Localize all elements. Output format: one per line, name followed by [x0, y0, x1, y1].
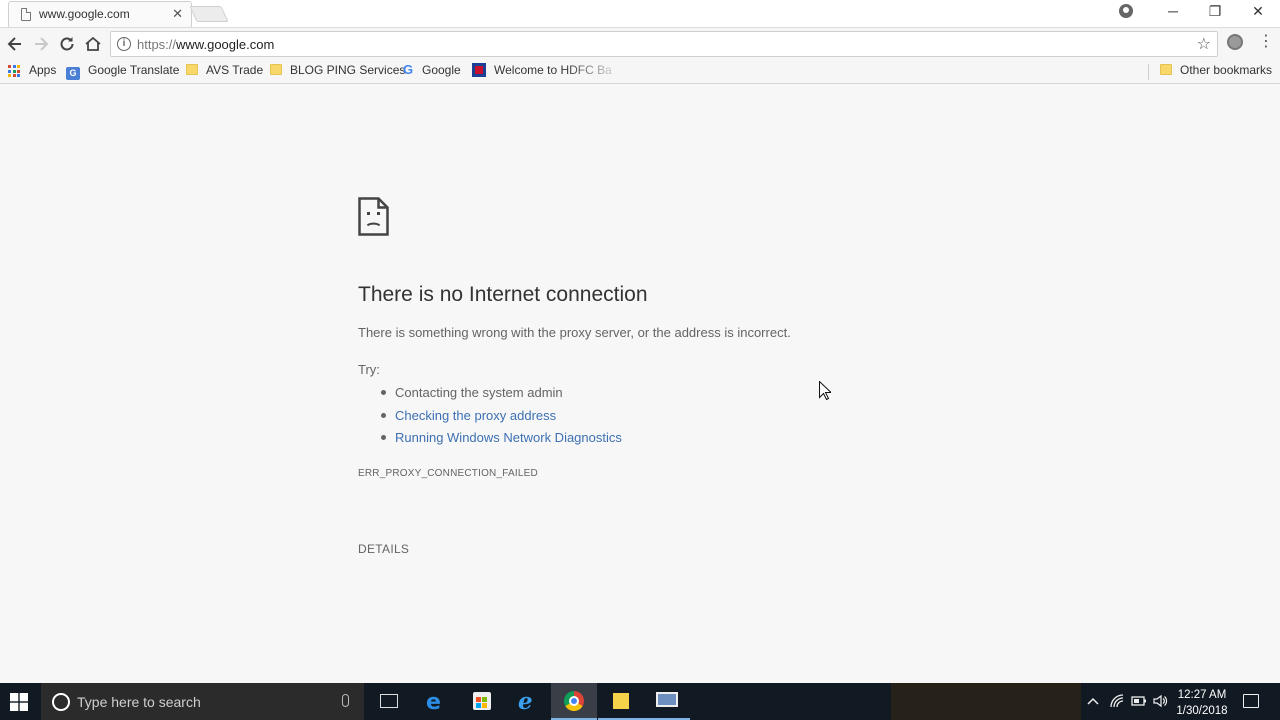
remote-desktop-icon — [656, 692, 678, 707]
folder-icon — [1160, 64, 1172, 75]
apps-grid-icon — [8, 65, 20, 77]
clock-date: 1/30/2018 — [1176, 705, 1228, 717]
windows-start-icon[interactable] — [10, 693, 28, 711]
taskbar-notification-ghost — [891, 683, 1081, 720]
bookmark-label: Welcome to HDFC Ba — [494, 63, 612, 77]
bookmarks-bar: Apps G Google Translate AVS Trade BLOG PI… — [0, 59, 1280, 84]
folder-icon — [186, 64, 198, 75]
taskbar-edge[interactable]: e — [414, 683, 460, 720]
other-bookmarks-label: Other bookmarks — [1180, 63, 1273, 77]
windows-taskbar: Type here to search e e 12:27 AM 1/30/20… — [0, 683, 1280, 720]
bookmark-hdfc[interactable]: Welcome to HDFC Ba — [472, 63, 612, 79]
sad-document-icon — [358, 197, 389, 236]
reload-button[interactable] — [57, 34, 77, 54]
bookmark-label: Google Translate — [88, 63, 180, 77]
suggestion-check-proxy-link[interactable]: Checking the proxy address — [381, 408, 622, 431]
url-scheme: https:// — [137, 37, 177, 52]
forward-arrow-icon — [35, 37, 49, 51]
browser-toolbar: i https://www.google.com ☆ — [0, 27, 1280, 59]
taskbar-chrome[interactable] — [551, 683, 597, 720]
forward-button[interactable] — [31, 34, 51, 54]
home-icon — [85, 36, 101, 51]
edge-icon: e — [426, 690, 441, 715]
sticky-notes-icon — [613, 693, 629, 709]
bookmarks-separator — [1148, 64, 1149, 80]
try-label: Try: — [358, 362, 380, 377]
address-bar[interactable]: i https://www.google.com ☆ — [110, 31, 1218, 57]
hdfc-icon — [472, 63, 486, 77]
chrome-icon — [564, 691, 584, 711]
taskbar-store[interactable] — [459, 683, 505, 720]
microphone-icon[interactable] — [342, 694, 349, 707]
volume-icon[interactable] — [1152, 693, 1168, 709]
store-icon — [473, 692, 491, 710]
search-placeholder: Type here to search — [77, 694, 201, 710]
browser-titlebar: www.google.com ✕ ─ ❐ ✕ — [0, 0, 1280, 27]
url-text: https://www.google.com — [137, 37, 274, 52]
site-info-icon[interactable]: i — [117, 37, 131, 51]
taskbar-task-view[interactable] — [366, 683, 412, 720]
show-hidden-icons-icon[interactable] — [1087, 696, 1099, 706]
restore-button[interactable]: ❐ — [1205, 3, 1225, 20]
details-button[interactable]: DETAILS — [358, 542, 409, 556]
page-favicon-icon — [21, 8, 31, 21]
task-view-icon — [380, 694, 398, 708]
folder-icon — [270, 64, 282, 75]
bookmark-label: Google — [422, 63, 461, 77]
taskbar-remote-desktop[interactable] — [644, 683, 690, 720]
battery-icon[interactable] — [1131, 695, 1147, 707]
bookmark-avs-trade[interactable]: AVS Trade — [186, 63, 263, 79]
bookmark-google-translate[interactable]: G Google Translate — [66, 63, 180, 80]
google-translate-icon: G — [66, 67, 80, 80]
bookmark-apps[interactable]: Apps — [29, 63, 56, 79]
other-bookmarks[interactable]: Other bookmarks — [1160, 63, 1272, 79]
bookmark-blog-ping[interactable]: BLOG PING Services — [270, 63, 405, 79]
url-host: www.google.com — [176, 37, 275, 52]
bookmark-google[interactable]: G Google — [403, 63, 461, 79]
google-g-icon: G — [403, 62, 414, 77]
error-description: There is something wrong with the proxy … — [358, 325, 791, 340]
new-tab-button[interactable] — [189, 6, 229, 22]
back-arrow-icon — [7, 37, 21, 51]
network-icon[interactable] — [1109, 693, 1125, 709]
browser-menu-icon[interactable]: ⋮ — [1258, 31, 1274, 51]
mouse-cursor-icon — [819, 381, 831, 400]
profile-icon[interactable] — [1119, 4, 1133, 18]
back-button[interactable] — [5, 34, 25, 54]
internet-explorer-icon: e — [518, 688, 533, 715]
suggestion-contact-admin: Contacting the system admin — [381, 385, 622, 408]
error-title: There is no Internet connection — [358, 283, 648, 306]
suggestions-list: Contacting the system admin Checking the… — [381, 385, 622, 453]
tab-title: www.google.com — [39, 7, 130, 21]
action-center-icon[interactable] — [1243, 694, 1259, 708]
extension-icon[interactable] — [1227, 34, 1243, 50]
suggestion-network-diagnostics-link[interactable]: Running Windows Network Diagnostics — [381, 430, 622, 453]
reload-icon — [60, 37, 74, 51]
cortana-icon — [52, 693, 70, 711]
bookmark-star-icon[interactable]: ☆ — [1197, 34, 1211, 54]
close-window-button[interactable]: ✕ — [1248, 3, 1268, 20]
bookmark-label: BLOG PING Services — [290, 63, 406, 77]
browser-tab[interactable]: www.google.com ✕ — [8, 1, 192, 27]
minimize-button[interactable]: ─ — [1163, 3, 1183, 19]
error-page: There is no Internet connection There is… — [0, 85, 1280, 683]
home-button[interactable] — [83, 34, 103, 54]
clock-time: 12:27 AM — [1177, 689, 1227, 701]
tab-close-icon[interactable]: ✕ — [172, 6, 183, 22]
error-code: ERR_PROXY_CONNECTION_FAILED — [358, 468, 538, 479]
taskbar-sticky-notes[interactable] — [598, 683, 644, 720]
taskbar-internet-explorer[interactable]: e — [506, 683, 552, 720]
taskbar-clock[interactable]: 12:27 AM 1/30/2018 — [1170, 687, 1234, 719]
taskbar-search-box[interactable]: Type here to search — [41, 683, 364, 720]
bookmark-label: AVS Trade — [206, 63, 264, 77]
